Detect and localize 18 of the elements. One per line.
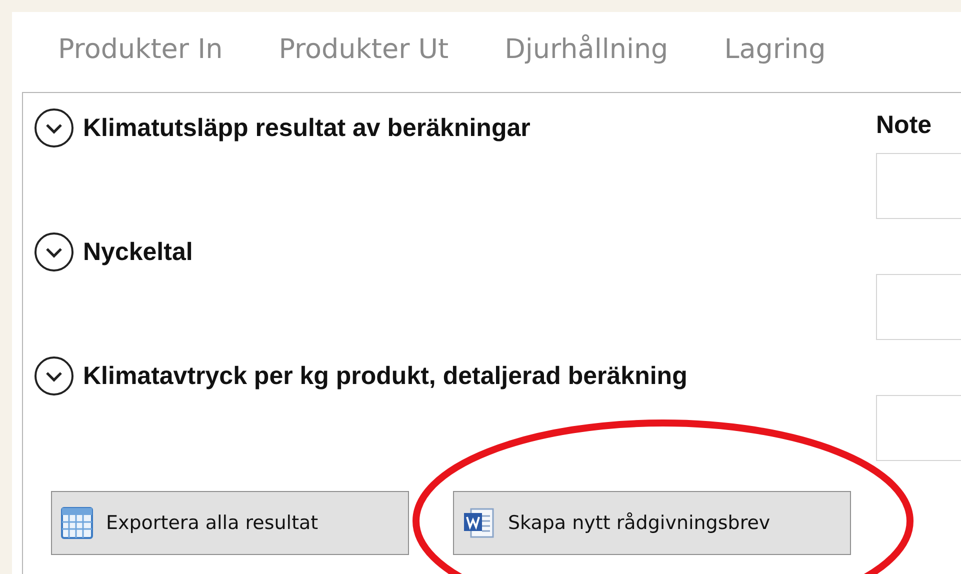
word-document-icon (462, 506, 496, 540)
expand-icon[interactable] (33, 231, 75, 273)
section-title: Nyckeltal (83, 237, 193, 268)
tab[interactable]: Djurhållning (498, 36, 674, 68)
section-title: Klimatutsläpp resultat av beräkningar (83, 113, 530, 144)
tab[interactable]: Produkter In (52, 36, 229, 68)
export-button[interactable]: Exportera alla resultat (51, 491, 409, 555)
spreadsheet-icon (60, 506, 94, 540)
notes-label: Note (876, 111, 933, 141)
create-letter-button[interactable]: Skapa nytt rådgivningsbrev (453, 491, 851, 555)
expand-icon[interactable] (33, 355, 75, 397)
note-field[interactable] (876, 395, 961, 461)
tab[interactable]: Produkter Ut (272, 36, 455, 68)
expand-icon[interactable] (33, 107, 75, 149)
tab[interactable]: Lagring (718, 36, 832, 68)
note-field[interactable] (876, 274, 961, 340)
section-title: Klimatavtryck per kg produkt, detaljerad beräkning (83, 361, 688, 392)
note-field[interactable] (876, 153, 961, 219)
